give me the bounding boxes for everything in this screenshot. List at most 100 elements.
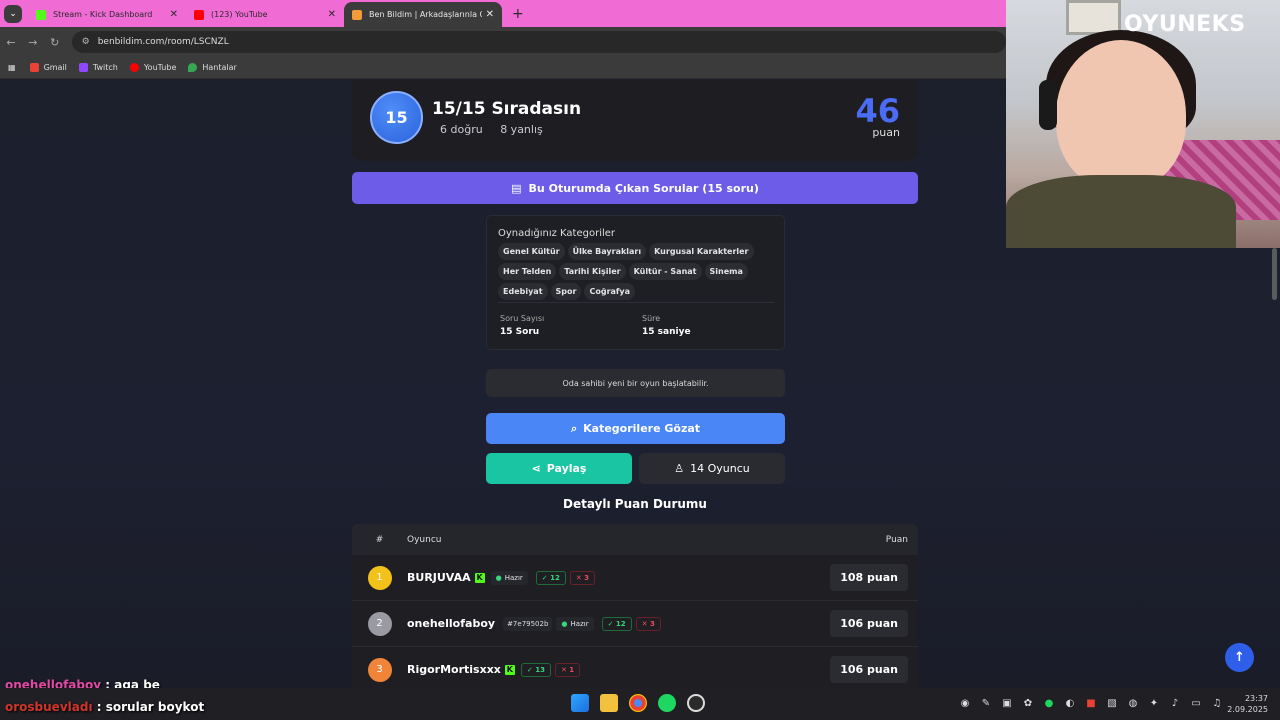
table-header: # Oyuncu Puan [352, 524, 918, 555]
player-name: BURJUVAA [407, 571, 471, 584]
correct-count: 6 doğru [440, 123, 483, 136]
table-row: 2 onehellofaboy #7e79502b ● Hazır ✓ 12 ✕ … [352, 601, 918, 647]
correct-badge: ✓ 12 [601, 616, 632, 631]
kick-icon: K [474, 572, 485, 583]
microphone-icon[interactable]: ♪ [1168, 696, 1182, 710]
rank-stats: 6 doğru 8 yanlış [440, 123, 557, 136]
bookmarks-bar: ▦ Gmail Twitch YouTube Hantalar [0, 57, 1006, 79]
check-icon: ● [561, 619, 568, 628]
wrong-badge: ✕ 3 [635, 616, 661, 631]
scroll-to-top-button[interactable]: ↑ [1225, 643, 1254, 672]
header-rank: # [375, 534, 384, 545]
monitor-icon[interactable]: ▭ [1189, 696, 1203, 710]
chat-username: orosbuevladı [5, 700, 93, 714]
file-explorer-icon[interactable] [600, 694, 618, 712]
close-icon[interactable]: ✕ [486, 9, 494, 20]
category-chip: Tarihi Kişiler [559, 263, 626, 280]
share-icon: ⋖ [531, 462, 541, 475]
close-icon[interactable]: ✕ [328, 9, 336, 20]
spotify-tray-icon[interactable]: ● [1042, 696, 1056, 710]
reload-icon[interactable]: ↻ [44, 36, 66, 49]
tab-benbildim[interactable]: Ben Bildim | Arkadaşlarınla Onl ✕ [344, 2, 502, 27]
bookmark-twitch[interactable]: Twitch [78, 63, 118, 72]
player-score: 106 puan [830, 610, 908, 637]
divider [498, 302, 774, 303]
tab-search-button[interactable]: ⌄ [4, 5, 22, 23]
chrome-icon[interactable] [629, 694, 647, 712]
tray-app-icon[interactable]: ✦ [1147, 696, 1161, 710]
apps-icon[interactable]: ▦ [8, 63, 16, 72]
tray-app-icon[interactable]: ✿ [1021, 696, 1035, 710]
question-count-label: Soru Sayısı [500, 314, 545, 323]
duration-label: Süre [642, 314, 661, 323]
leaderboard-title: Detaylı Puan Durumu [563, 497, 707, 511]
close-icon[interactable]: ✕ [170, 9, 178, 20]
rank-badge: 3 [367, 657, 392, 682]
rank-position-badge: 15 [370, 91, 423, 144]
category-chip: Her Telden [498, 263, 557, 280]
tray-app-icon[interactable]: ■ [1084, 696, 1098, 710]
forward-icon[interactable]: → [22, 36, 44, 49]
player-score: 108 puan [830, 564, 908, 591]
tab-title: Ben Bildim | Arkadaşlarınla Onl [369, 10, 482, 19]
back-icon[interactable]: ← [0, 36, 22, 49]
obs-icon[interactable] [687, 694, 705, 712]
bookmark-hantalar[interactable]: Hantalar [188, 63, 237, 72]
obs-tray-icon[interactable]: ◐ [1063, 696, 1077, 710]
session-questions-button[interactable]: ▤ Bu Oturumda Çıkan Sorular (15 soru) [352, 172, 918, 204]
check-icon: ● [495, 573, 502, 582]
category-chip: Coğrafya [584, 283, 635, 300]
system-clock[interactable]: 23:37 2.09.2025 [1227, 693, 1268, 715]
tray-app-icon[interactable]: ✎ [979, 696, 993, 710]
kick-icon: K [504, 664, 515, 675]
volume-icon[interactable]: ♫ [1210, 696, 1224, 710]
search-icon: ⌕ [570, 421, 578, 435]
bookmark-youtube[interactable]: YouTube [129, 63, 176, 72]
tab-youtube[interactable]: (123) YouTube ✕ [186, 2, 344, 27]
windows-start-icon[interactable] [571, 694, 589, 712]
webcam-overlay [1006, 0, 1280, 248]
chat-message: orosbuevladı : sorular boykot [5, 700, 204, 714]
host-info-message: Oda sahibi yeni bir oyun başlatabilir. [486, 369, 785, 397]
address-bar: ← → ↻ ⚙ benbildim.com/room/LSCNZL [0, 27, 1007, 57]
wrong-badge: ✕ 3 [569, 570, 596, 585]
spotify-icon[interactable] [658, 694, 676, 712]
site-info-icon[interactable]: ⚙ [82, 37, 90, 47]
score-label: puan [872, 126, 900, 139]
kick-favicon-icon [36, 9, 46, 20]
player-score: 106 puan [830, 656, 908, 683]
tab-kick[interactable]: Stream - Kick Dashboard ✕ [28, 2, 186, 27]
channel-logo: OYUNEKS [1124, 12, 1246, 37]
new-tab-button[interactable]: + [512, 6, 524, 22]
rank-title: 15/15 Sıradasın [432, 99, 582, 119]
leaderboard-table: # Oyuncu Puan 1 BURJUVAA K ● Hazır ✓ 12 ✕… [352, 524, 918, 688]
streamer-face [1056, 40, 1186, 190]
share-label: Paylaş [546, 462, 587, 475]
url-input[interactable]: ⚙ benbildim.com/room/LSCNZL [71, 31, 1007, 53]
ready-badge: ● Hazır [490, 570, 528, 585]
clock-date: 2.09.2025 [1227, 705, 1268, 714]
total-score: 46 [855, 92, 900, 130]
share-button[interactable]: ⋖ Paylaş [486, 453, 632, 484]
bookmark-gmail[interactable]: Gmail [29, 63, 67, 72]
player-name: RigorMortisxxx [407, 663, 501, 676]
browse-categories-button[interactable]: ⌕ Kategorilere Gözat [486, 413, 785, 444]
tab-title: Stream - Kick Dashboard [53, 10, 153, 19]
scrollbar-thumb[interactable] [1272, 248, 1277, 300]
players-button[interactable]: ♙ 14 Oyuncu [639, 453, 785, 484]
category-chip: Edebiyat [498, 283, 548, 300]
discord-icon[interactable]: ◉ [958, 696, 972, 710]
question-count-value: 15 Soru [500, 327, 540, 337]
steam-icon[interactable]: ◍ [1126, 696, 1140, 710]
document-icon: ▤ [511, 181, 522, 195]
youtube-icon [129, 63, 139, 72]
user-icon: ♙ [674, 462, 685, 475]
wrong-count: 8 yanlış [500, 123, 543, 136]
gmail-icon [29, 63, 39, 72]
map-pin-icon [188, 63, 198, 72]
tray-app-icon[interactable]: ▣ [1000, 696, 1014, 710]
tray-app-icon[interactable]: ▧ [1105, 696, 1119, 710]
headset [1039, 80, 1057, 130]
rank-badge: 2 [367, 611, 392, 636]
session-questions-label: Bu Oturumda Çıkan Sorular (15 soru) [528, 181, 759, 195]
